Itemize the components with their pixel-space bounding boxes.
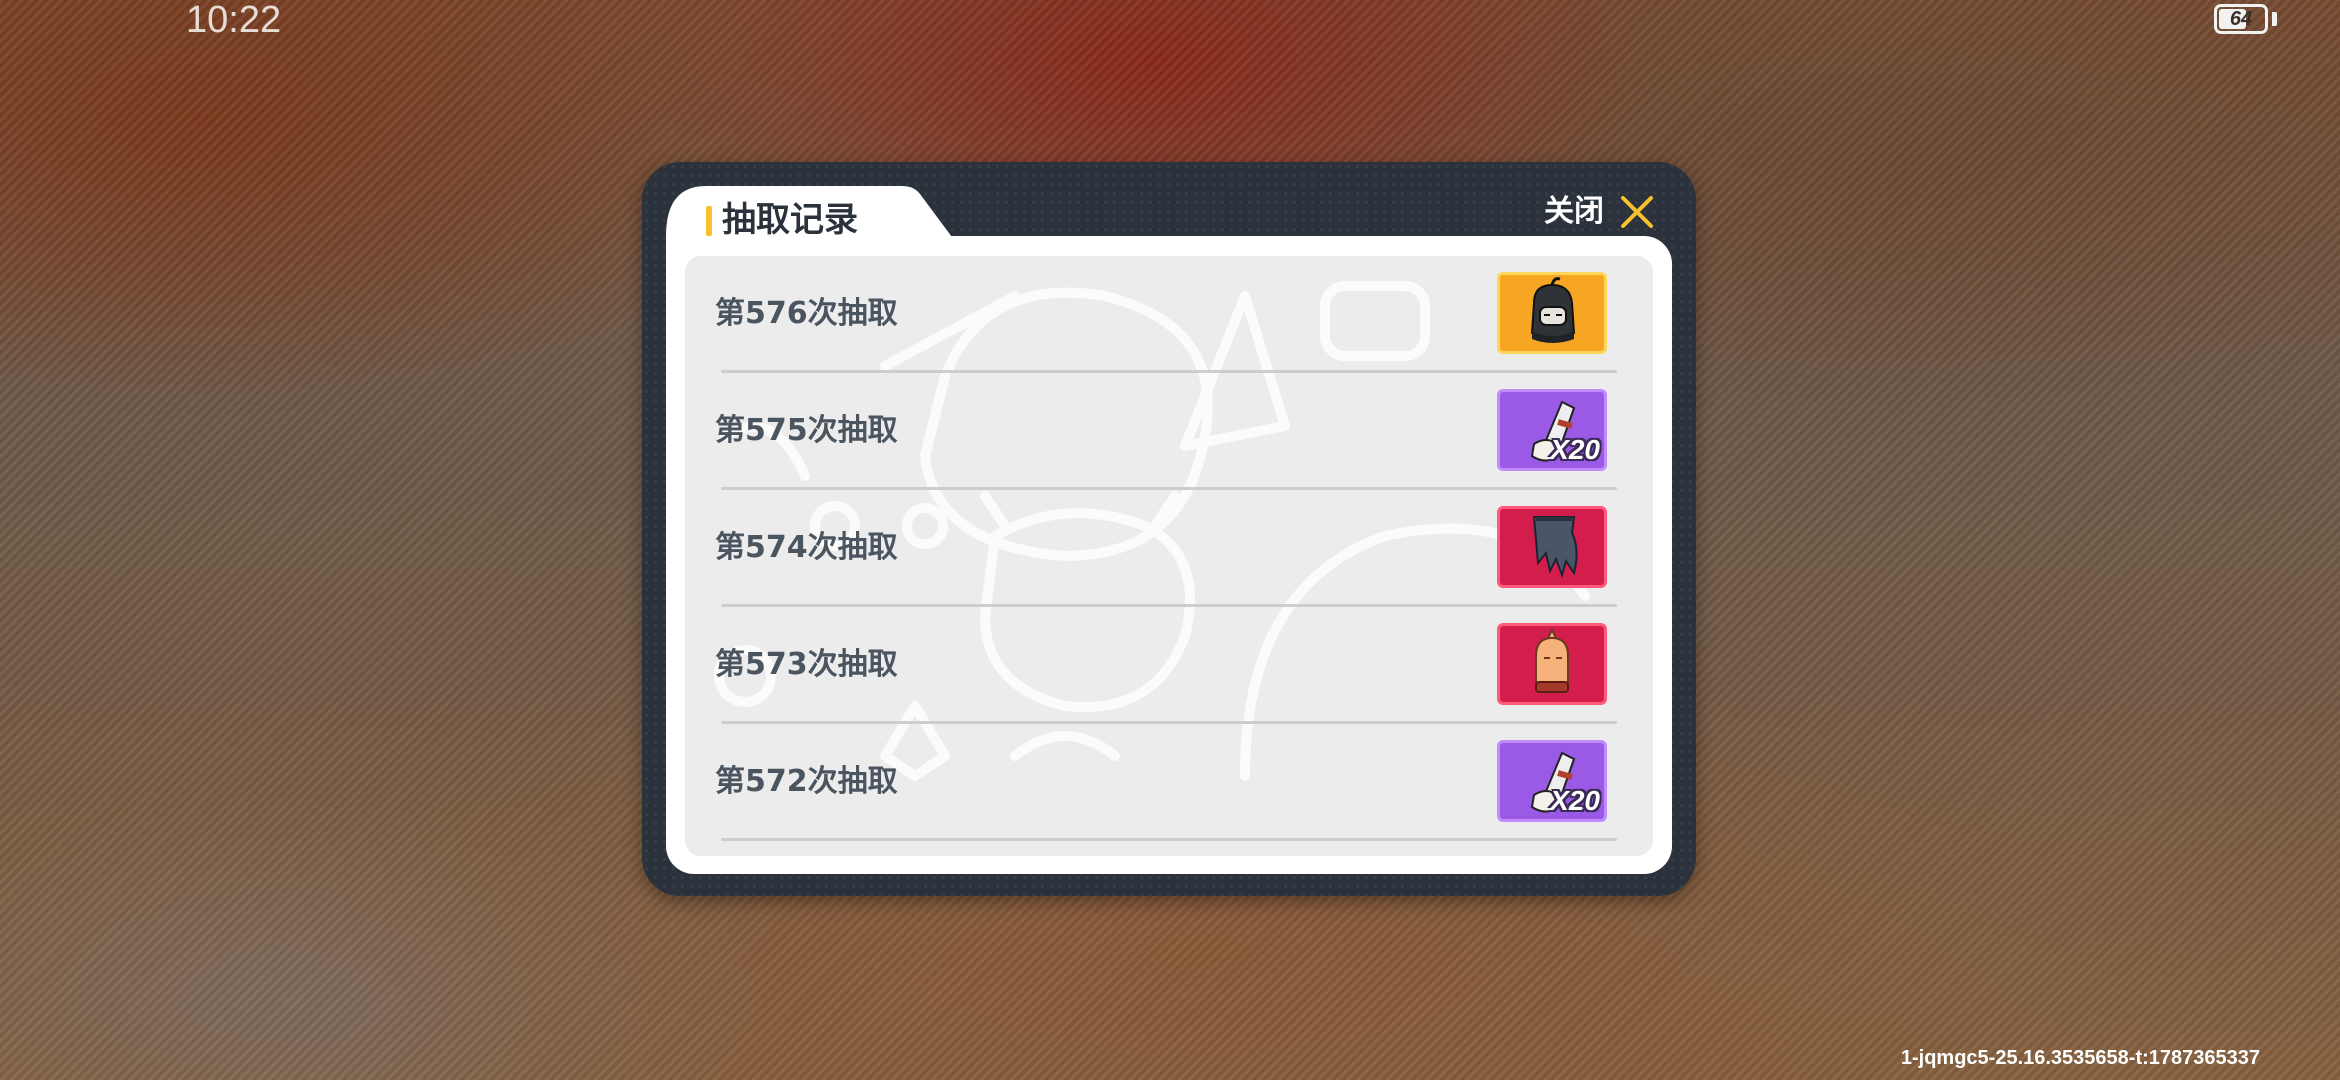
record-row: 第572次抽取 X20 [685,724,1653,841]
record-label: 第572次抽取 [715,764,898,799]
battery-icon: 64 [2214,4,2268,34]
reward-item-card[interactable]: X20 [1497,740,1607,822]
record-row: 第574次抽取 [685,490,1653,607]
close-button[interactable]: 关闭 [1544,182,1654,242]
title-accent-bar [706,206,712,236]
record-label: 第573次抽取 [715,647,898,682]
status-time: 10:22 [186,0,282,41]
row-divider [721,838,1617,841]
hooded-head-icon [1530,277,1576,343]
battery-level: 64 [2229,7,2253,30]
build-id: 1-jqmgc5-25.16.3535658-t:1787365337 [1900,1047,2260,1069]
item-quantity: X20 [1550,434,1600,465]
close-icon[interactable] [1620,195,1654,229]
reward-item-card[interactable] [1497,506,1607,588]
reward-item-card[interactable] [1497,272,1607,354]
record-label: 第575次抽取 [715,413,898,448]
item-quantity: X20 [1550,785,1600,816]
battery-tip [2272,12,2277,26]
record-panel: 第576次抽取 第575次抽取 X20 第574次抽取 第573次抽取 第572… [666,236,1672,874]
reward-item-card[interactable] [1497,623,1607,705]
record-row: 第573次抽取 [685,607,1653,724]
reward-item-card[interactable]: X20 [1497,389,1607,471]
dark-cape-icon [1532,516,1578,579]
record-label: 第574次抽取 [715,530,898,565]
draw-record-dialog: 抽取记录 关闭 第576次抽取 第575次抽取 X20 第574次抽取 第573… [642,162,1696,896]
record-row: 第575次抽取 X20 [685,373,1653,490]
record-label: 第576次抽取 [715,296,898,331]
record-list[interactable]: 第576次抽取 第575次抽取 X20 第574次抽取 第573次抽取 第572… [685,256,1653,856]
close-label: 关闭 [1544,194,1604,229]
record-row: 第576次抽取 [685,256,1653,373]
bald-head-icon [1535,627,1569,693]
